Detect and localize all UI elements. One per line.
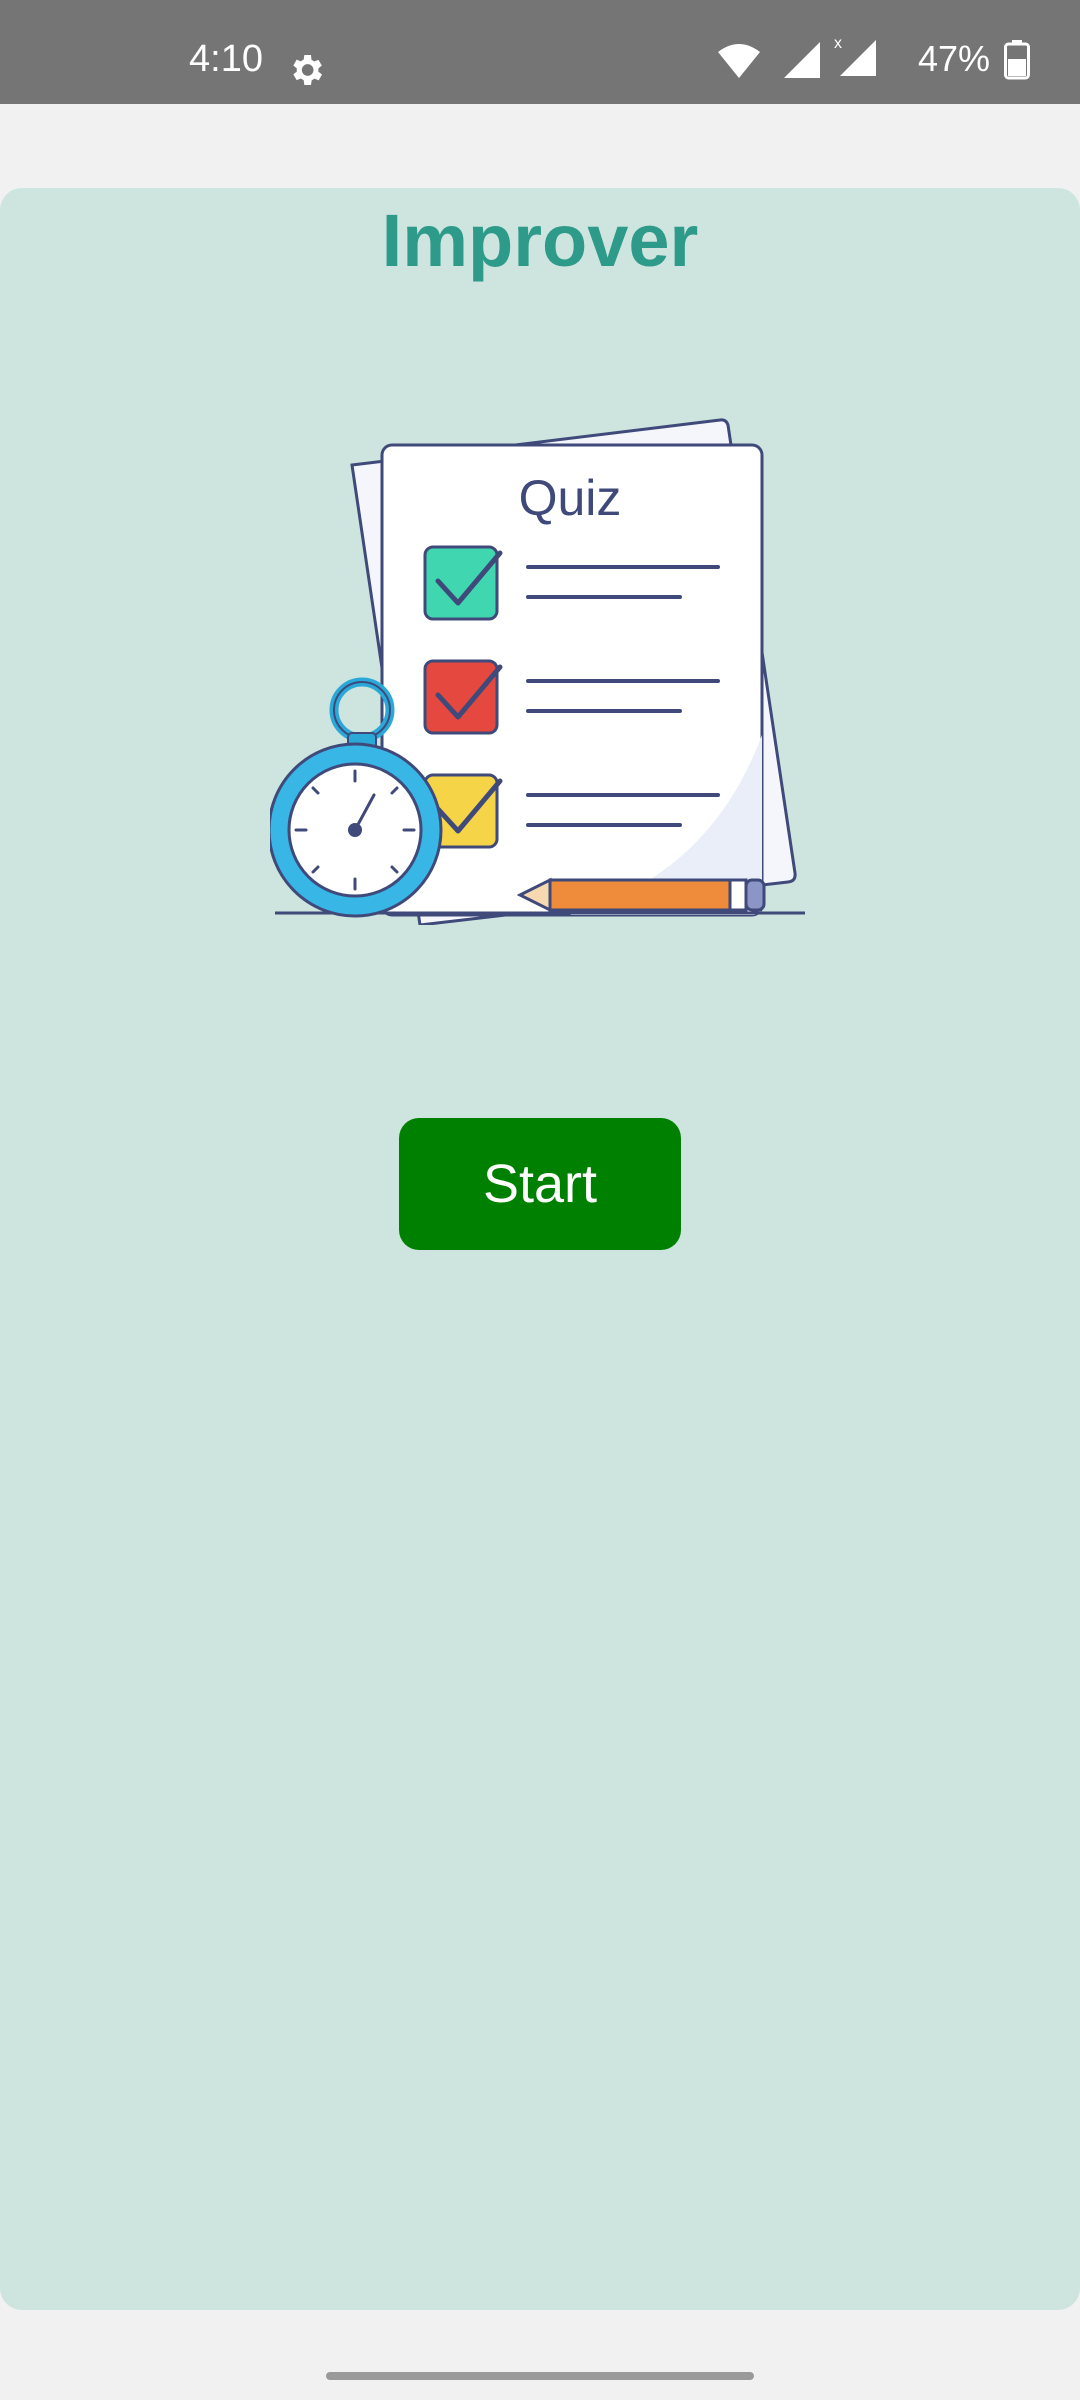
quiz-clipboard-stopwatch-illustration: Quiz	[270, 418, 805, 925]
status-bar: 4:10 x 47%	[0, 0, 1080, 104]
signal-no-data-icon: x	[834, 35, 876, 76]
settings-gear-icon	[293, 55, 322, 85]
pencil-icon	[516, 877, 766, 913]
status-indicators: x 47%	[716, 35, 1030, 100]
battery-icon	[1004, 40, 1030, 80]
start-button[interactable]: Start	[399, 1118, 681, 1250]
battery-percentage: 47%	[917, 38, 990, 79]
checkbox-red-icon	[423, 659, 503, 735]
wifi-icon	[717, 44, 760, 78]
quiz-label: Quiz	[519, 470, 622, 526]
app-title: Improver	[381, 199, 699, 282]
signal-icon	[783, 42, 820, 78]
status-time: 4:10	[189, 38, 263, 80]
svg-text:x: x	[834, 35, 842, 52]
checkbox-green-icon	[423, 545, 503, 621]
gesture-nav-handle[interactable]	[326, 2372, 754, 2380]
